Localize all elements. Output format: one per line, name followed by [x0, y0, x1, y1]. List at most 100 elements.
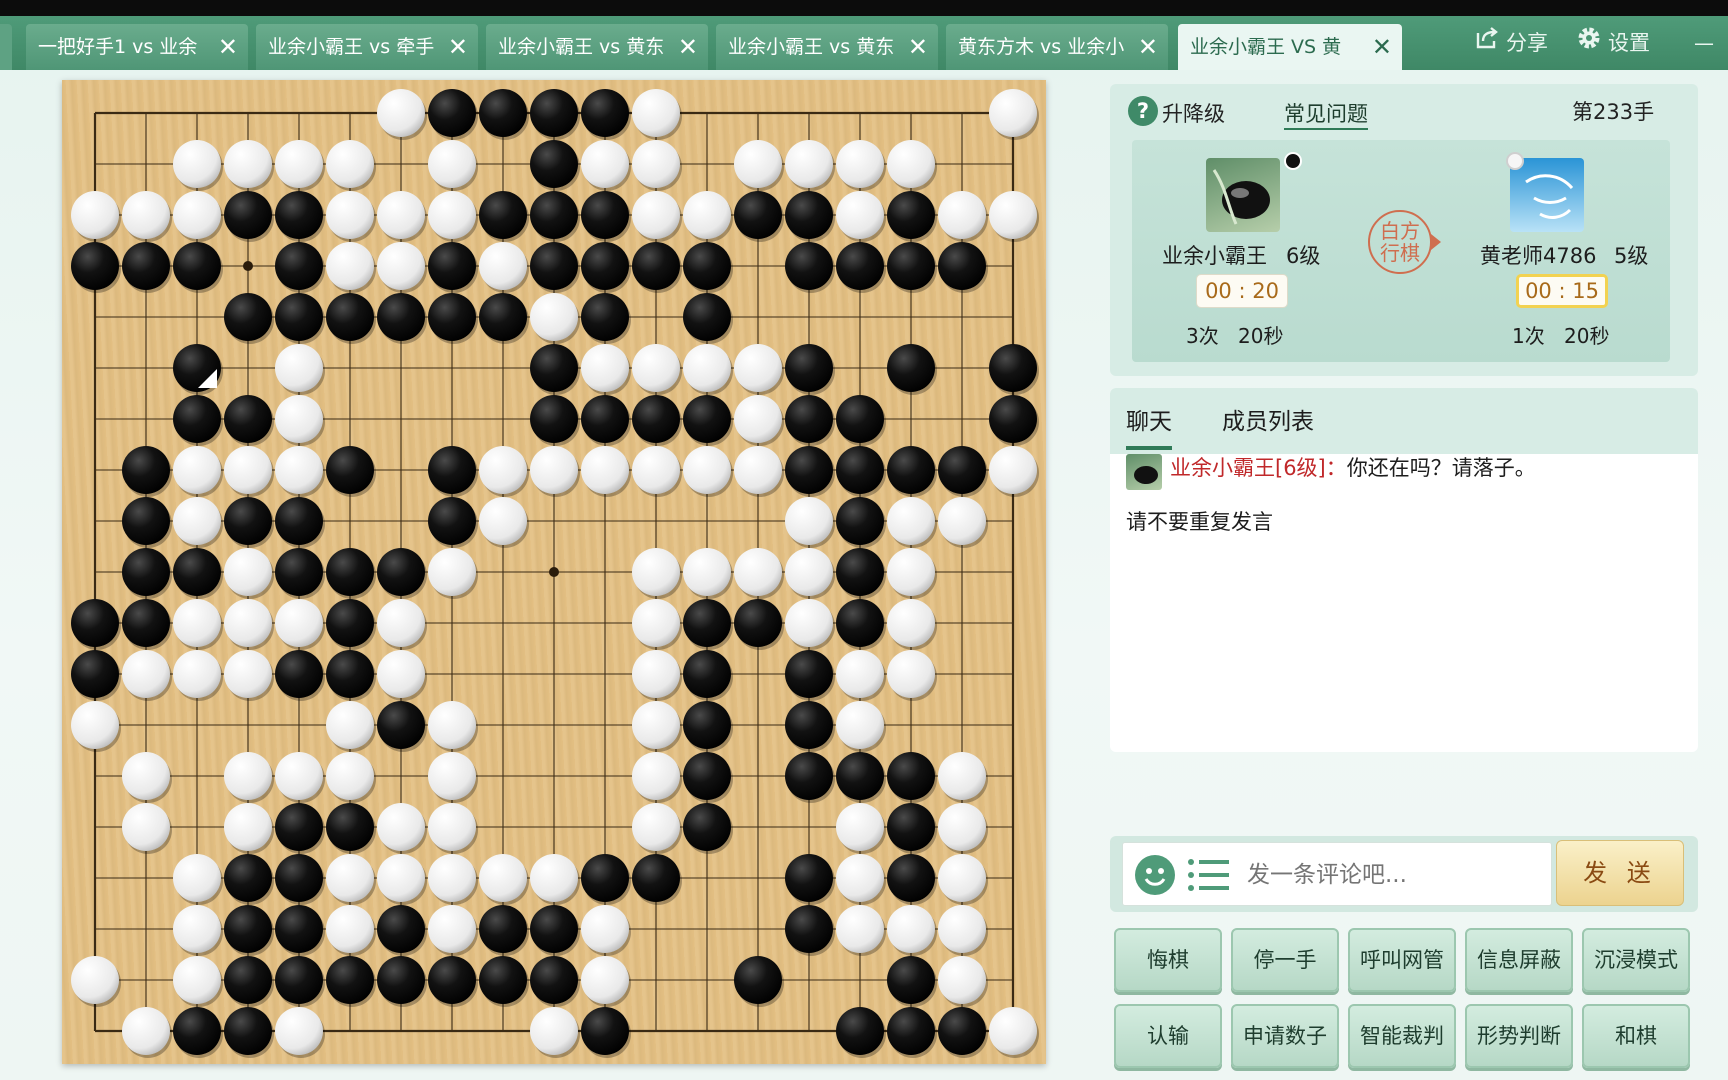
black-stone: [683, 752, 731, 800]
resign-button[interactable]: 认输: [1114, 1004, 1222, 1068]
faq-link[interactable]: 常见问题: [1284, 98, 1368, 130]
draw-button[interactable]: 和棋: [1582, 1004, 1690, 1068]
chat-tab-bar: 聊天 成员列表: [1110, 388, 1698, 454]
call-admin-button[interactable]: 呼叫网管: [1348, 928, 1456, 992]
white-stone: [173, 191, 221, 239]
white-stone: [428, 803, 476, 851]
quick-phrase-list-icon[interactable]: [1187, 857, 1231, 897]
tab-close-icon[interactable]: ✕: [448, 24, 468, 70]
black-stone: [632, 242, 680, 290]
board-grid[interactable]: [62, 80, 1046, 1064]
tab-chat[interactable]: 聊天: [1126, 402, 1172, 450]
tab-close-icon[interactable]: ✕: [1372, 24, 1392, 70]
game-info-panel: ? 升降级 常见问题 第233手 业余小霸王 6级 00 : 20 3次 20秒…: [1110, 84, 1698, 376]
black-stone: [479, 89, 527, 137]
minimize-button[interactable]: —: [1694, 16, 1714, 70]
black-stone: [530, 956, 578, 1004]
black-stone: [173, 548, 221, 596]
white-stone: [887, 140, 935, 188]
tab-member-list[interactable]: 成员列表: [1222, 402, 1314, 436]
white-stone: [581, 446, 629, 494]
game-tab-5[interactable]: 黄东方木 vs 业余小 ✕: [946, 24, 1168, 70]
black-stone: [224, 956, 272, 1004]
black-stone: [581, 1007, 629, 1055]
system-message: 请不要重复发言: [1126, 510, 1273, 534]
game-tab-4[interactable]: 业余小霸王 vs 黄东 ✕: [716, 24, 938, 70]
white-stone: [377, 650, 425, 698]
game-tab-1[interactable]: 一把好手1 vs 业余 ✕: [26, 24, 248, 70]
white-stone: [326, 905, 374, 953]
white-stone: [479, 497, 527, 545]
black-stone: [479, 956, 527, 1004]
tab-close-icon[interactable]: ✕: [678, 24, 698, 70]
white-stone: [836, 650, 884, 698]
black-player-avatar[interactable]: [1206, 158, 1280, 232]
black-stone: [173, 242, 221, 290]
black-stone: [122, 599, 170, 647]
send-button[interactable]: 发 送: [1556, 840, 1684, 906]
white-stone: [71, 956, 119, 1004]
game-tab-3[interactable]: 业余小霸王 vs 黄东 ✕: [486, 24, 708, 70]
white-stone: [530, 854, 578, 902]
black-stone: [683, 599, 731, 647]
white-stone: [887, 497, 935, 545]
chat-panel: 聊天 成员列表 业余小霸王[6级]：你还在吗？请落子。 请不要重复发言: [1110, 388, 1698, 752]
white-stone: [581, 344, 629, 392]
go-board[interactable]: [62, 80, 1046, 1064]
black-stone: [632, 854, 680, 902]
help-icon[interactable]: ?: [1128, 96, 1158, 126]
sender-avatar: [1126, 454, 1162, 490]
white-byoyomi-count: 1次: [1512, 324, 1545, 348]
tab-close-icon[interactable]: ✕: [218, 24, 238, 70]
share-button[interactable]: 分享: [1474, 16, 1548, 70]
pass-button[interactable]: 停一手: [1231, 928, 1339, 992]
white-stone: [275, 344, 323, 392]
black-stone: [785, 344, 833, 392]
white-stone: [785, 140, 833, 188]
undo-button[interactable]: 悔棋: [1114, 928, 1222, 992]
black-stone: [581, 293, 629, 341]
black-stone: [581, 89, 629, 137]
black-stone: [479, 905, 527, 953]
settings-button[interactable]: 设置: [1576, 16, 1650, 70]
immersive-mode-button[interactable]: 沉浸模式: [1582, 928, 1690, 992]
ai-judge-button[interactable]: 智能裁判: [1348, 1004, 1456, 1068]
black-stone: [224, 854, 272, 902]
tab-close-icon[interactable]: ✕: [908, 24, 928, 70]
black-stone: [428, 242, 476, 290]
white-stone: [887, 650, 935, 698]
white-stone: [428, 548, 476, 596]
move-counter: 第233手: [1572, 100, 1655, 124]
tab-label: 业余小霸王 VS 黄: [1190, 36, 1342, 58]
black-stone: [887, 1007, 935, 1055]
game-tab-6-active[interactable]: 业余小霸王 VS 黄 ✕: [1178, 24, 1402, 70]
white-stone: [326, 701, 374, 749]
white-stone: [122, 191, 170, 239]
black-stone: [71, 242, 119, 290]
black-stone: [224, 191, 272, 239]
request-count-button[interactable]: 申请数子: [1231, 1004, 1339, 1068]
game-tab-2[interactable]: 业余小霸王 vs 牵手 ✕: [256, 24, 478, 70]
black-stone: [734, 599, 782, 647]
white-stone: [530, 293, 578, 341]
black-stone: [530, 905, 578, 953]
black-stone: [122, 242, 170, 290]
chat-sender[interactable]: 业余小霸王[6级]：: [1170, 456, 1347, 480]
comment-input[interactable]: [1247, 853, 1543, 897]
level-link[interactable]: 升降级: [1162, 98, 1225, 128]
white-stone: [581, 140, 629, 188]
tab-close-icon[interactable]: ✕: [1138, 24, 1158, 70]
black-stone: [326, 548, 374, 596]
emoji-icon[interactable]: [1135, 855, 1175, 895]
black-stone: [836, 242, 884, 290]
white-stone: [71, 191, 119, 239]
white-stone: [530, 1007, 578, 1055]
block-messages-button[interactable]: 信息屏蔽: [1465, 928, 1573, 992]
black-stone: [326, 650, 374, 698]
tab-label: 业余小霸王 vs 牵手: [268, 36, 435, 58]
position-estimate-button[interactable]: 形势判断: [1465, 1004, 1573, 1068]
black-stone: [428, 956, 476, 1004]
white-player-avatar[interactable]: [1510, 158, 1584, 232]
white-stone: [785, 497, 833, 545]
tab-overflow-edge[interactable]: [0, 24, 12, 70]
